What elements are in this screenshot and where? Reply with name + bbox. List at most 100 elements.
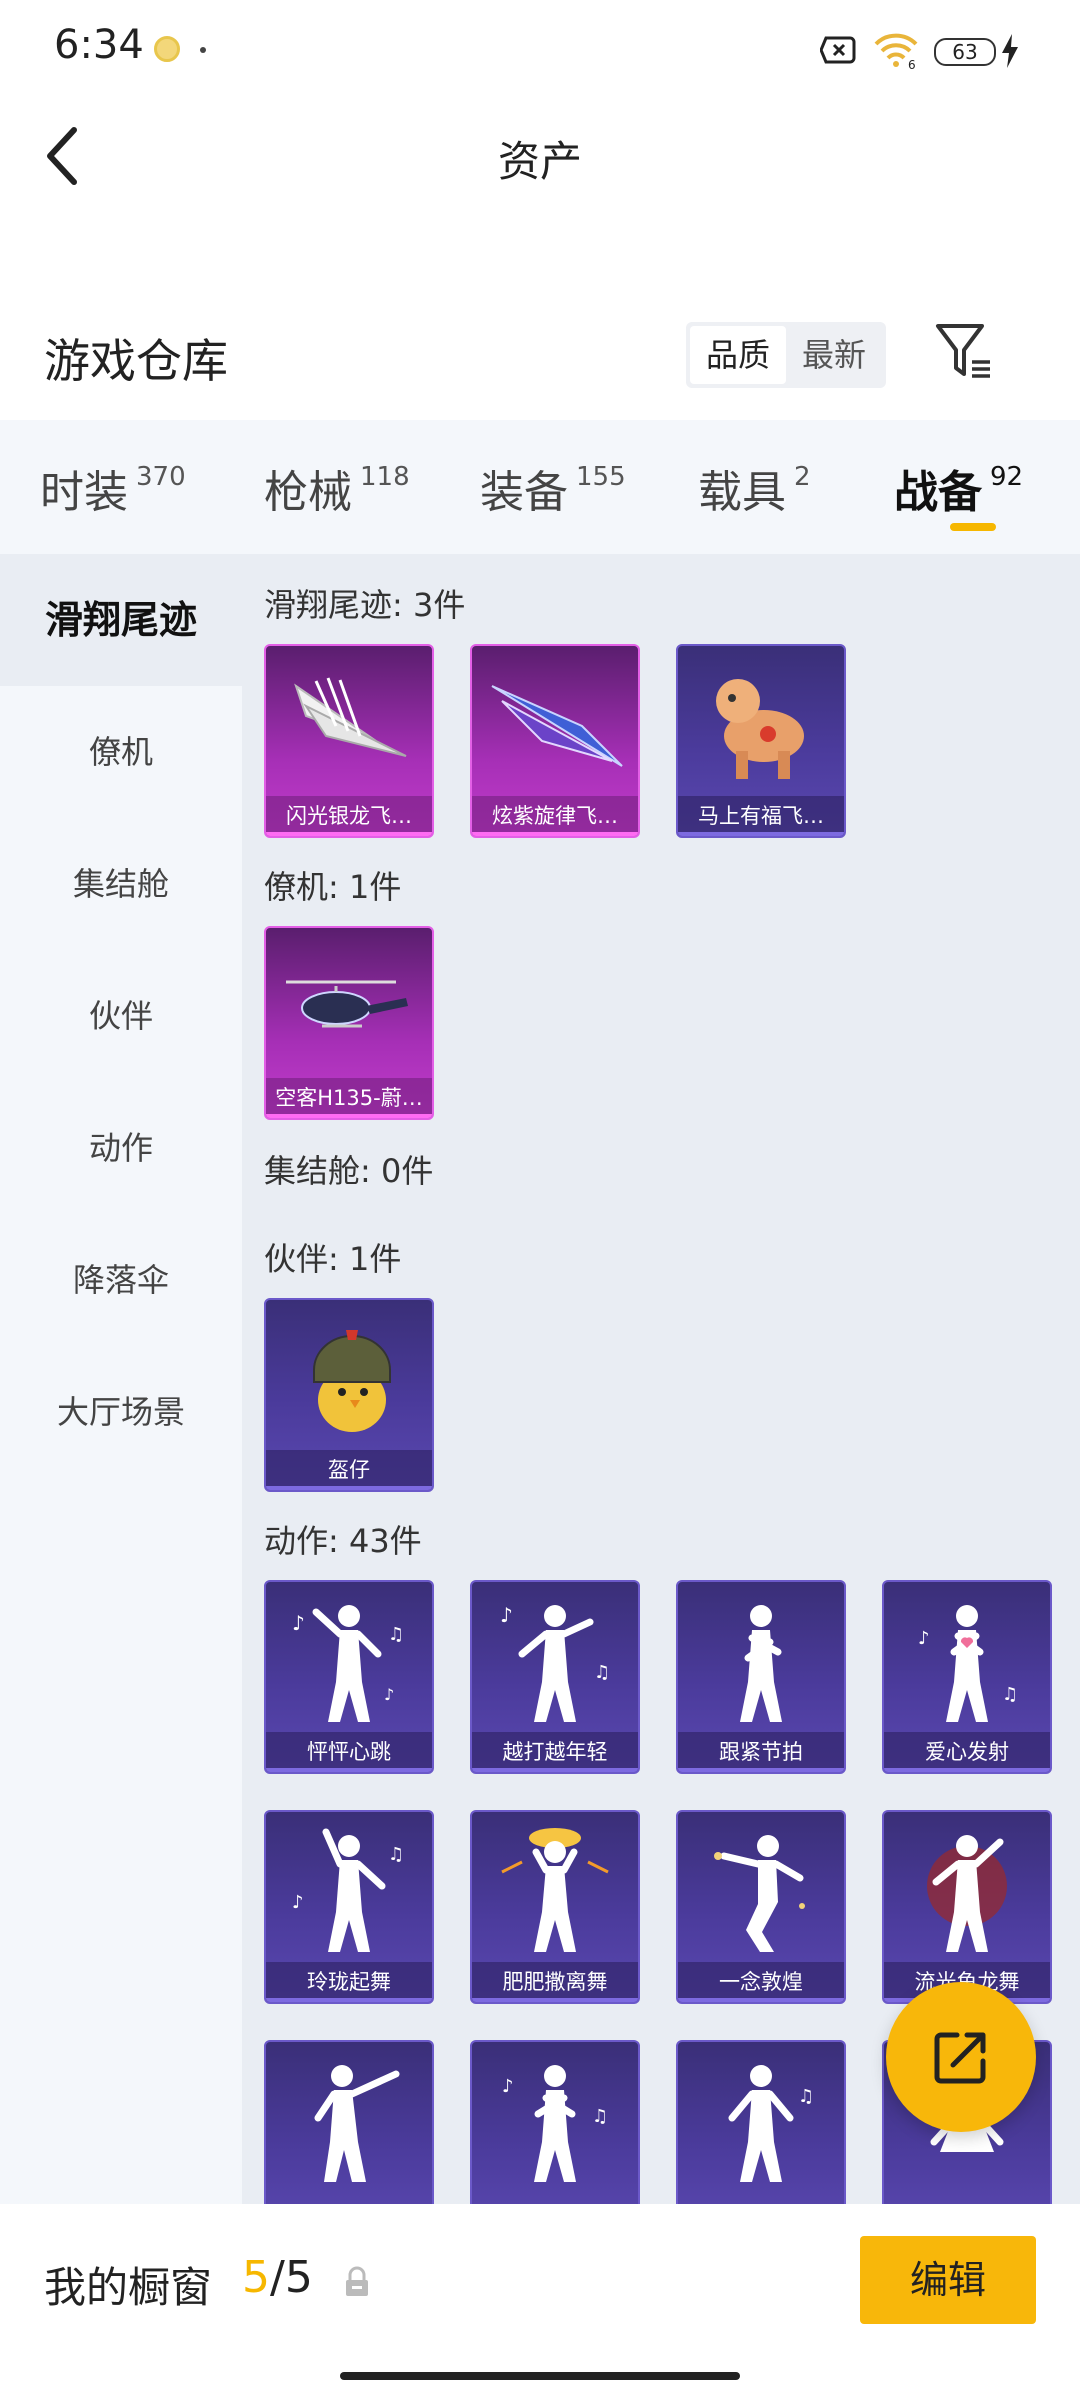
share-icon (934, 2032, 986, 2084)
dancer-silhouette-image: ♪♫ (918, 1605, 1018, 1722)
battery-indicator: 63 (934, 38, 996, 66)
tab-count: 2 (794, 462, 811, 492)
rarity-bar (884, 1768, 1050, 1772)
tab-count: 118 (360, 462, 410, 492)
tab-vehicles[interactable]: 载具 2 (698, 456, 811, 518)
tab-fashion[interactable]: 时装 370 (40, 456, 186, 518)
sort-toggle: 品质 最新 (686, 322, 886, 388)
helicopter-image (286, 980, 408, 1028)
showcase-current: 5 (242, 2252, 270, 2303)
item-card[interactable]: 跟紧节拍 (676, 1580, 846, 1774)
sort-by-latest-button[interactable]: 最新 (786, 326, 882, 384)
silver-dragon-glider-image (294, 677, 407, 757)
section-title-emote: 动作: 43件 (264, 1522, 422, 1560)
status-time: 6:34 (54, 22, 144, 68)
item-name: 爱心发射 (884, 1732, 1050, 1772)
section-title-assembly-pod: 集结舱: 0件 (264, 1152, 434, 1190)
item-card[interactable]: 闪光银龙飞… (264, 644, 434, 838)
rarity-bar (472, 1768, 638, 1772)
home-indicator[interactable] (340, 2372, 740, 2380)
item-name: 一念敦煌 (678, 1962, 844, 2002)
tab-label: 装备 (480, 467, 568, 518)
filter-icon[interactable] (934, 320, 994, 382)
item-name: 马上有福飞… (678, 796, 844, 836)
item-card[interactable]: 炫紫旋律飞… (470, 644, 640, 838)
item-name: 空客H135-蔚… (266, 1078, 432, 1118)
category-tab-bar: 时装 370 枪械 118 装备 155 载具 2 战备 92 (0, 420, 1080, 554)
item-card[interactable]: 一念敦煌 (676, 1810, 846, 2004)
svg-text:♫: ♫ (594, 1662, 610, 1683)
sidebar-item-assembly-pod[interactable]: 集结舱 (0, 818, 242, 950)
svg-text:♫: ♫ (1002, 1684, 1018, 1705)
item-card[interactable]: 空客H135-蔚… (264, 926, 434, 1120)
item-card[interactable]: ♪ ♫ ♪ 怦怦心跳 (264, 1580, 434, 1774)
warehouse-title: 游戏仓库 (44, 334, 228, 388)
item-name: 盔仔 (266, 1450, 432, 1490)
dancer-silhouette-image: ♫ (728, 2065, 814, 2182)
tab-battle-prep[interactable]: 战备 92 (894, 456, 1024, 518)
rarity-bar (266, 832, 432, 836)
section-title-wingman: 僚机: 1件 (264, 868, 402, 906)
dancer-silhouette-image: ♪♫ (500, 1603, 610, 1722)
item-card[interactable]: ♫ (676, 2040, 846, 2204)
tab-label: 载具 (698, 467, 786, 518)
page-title: 资产 (497, 137, 582, 186)
sidebar-item-parachute[interactable]: 降落伞 (0, 1214, 242, 1346)
sidebar-item-glide-trail[interactable]: 滑翔尾迹 (0, 554, 242, 686)
svg-text:♪: ♪ (502, 2076, 514, 2097)
section-title-glide-trail: 滑翔尾迹: 3件 (264, 586, 466, 624)
item-card[interactable]: 流光鱼龙舞 (882, 1810, 1052, 2004)
edit-button[interactable]: 编辑 (860, 2236, 1036, 2324)
purple-melody-glider-image (491, 685, 623, 767)
dancer-silhouette-image (927, 1835, 1007, 1952)
sidebar-item-lobby-scene[interactable]: 大厅场景 (0, 1346, 242, 1478)
showcase-label: 我的橱窗 (44, 2263, 213, 2312)
section-title-companion: 伙伴: 1件 (264, 1240, 402, 1278)
tab-weapons[interactable]: 枪械 118 (264, 456, 410, 518)
dancer-silhouette-image: ♪♫ (292, 1828, 404, 1952)
item-name: 闪光银龙飞… (266, 796, 432, 836)
sidebar-item-emote[interactable]: 动作 (0, 1082, 242, 1214)
item-grid-panel: 滑翔尾迹: 3件 闪光银龙飞… 炫紫旋律飞… 马上有福飞… 僚机: 1件 空客H… (242, 554, 1080, 2204)
rarity-bar (266, 1486, 432, 1490)
rarity-bar (266, 1768, 432, 1772)
svg-text:♪: ♪ (500, 1603, 513, 1627)
charging-bolt-icon (1002, 34, 1018, 68)
no-sim-icon (820, 36, 856, 64)
sidebar-item-companion[interactable]: 伙伴 (0, 950, 242, 1082)
tab-label: 战备 (894, 467, 982, 518)
item-card[interactable] (264, 2040, 434, 2204)
sort-by-quality-button[interactable]: 品质 (690, 326, 786, 384)
item-name: 越打越年轻 (472, 1732, 638, 1772)
lock-icon (346, 2266, 368, 2296)
svg-text:♪: ♪ (292, 1892, 304, 1913)
svg-text:♫: ♫ (388, 1624, 404, 1645)
svg-text:♫: ♫ (388, 1844, 404, 1865)
item-card[interactable]: 马上有福飞… (676, 644, 846, 838)
rarity-bar (472, 832, 638, 836)
sidebar-item-wingman[interactable]: 僚机 (0, 686, 242, 818)
tab-equipment[interactable]: 装备 155 (480, 456, 626, 518)
tab-label: 时装 (40, 467, 128, 518)
item-card[interactable]: ♪ ♫ 玲珑起舞 (264, 1810, 434, 2004)
tab-count: 92 (990, 462, 1024, 492)
dancer-silhouette-image: ♪♫ (502, 2065, 608, 2182)
rarity-bar (266, 1998, 432, 2002)
notification-app-icon (154, 36, 180, 62)
item-name: 炫紫旋律飞… (472, 796, 638, 836)
share-fab[interactable] (886, 1982, 1036, 2132)
svg-text:♫: ♫ (798, 2086, 814, 2107)
svg-text:♪: ♪ (918, 1628, 930, 1649)
tab-count: 370 (136, 462, 186, 492)
rarity-bar (678, 832, 844, 836)
item-card[interactable]: 盔仔 (264, 1298, 434, 1492)
wifi-icon: 6 (874, 33, 918, 70)
item-card[interactable]: ♪ ♫ 爱心发射 (882, 1580, 1052, 1774)
item-card[interactable]: 肥肥撒离舞 (470, 1810, 640, 2004)
dancer-silhouette-image (740, 1605, 782, 1722)
rarity-bar (472, 1998, 638, 2002)
item-card[interactable]: ♪ ♫ (470, 2040, 640, 2204)
item-name: 玲珑起舞 (266, 1962, 432, 2002)
helmet-chick-image (313, 1330, 391, 1432)
item-card[interactable]: ♪ ♫ 越打越年轻 (470, 1580, 640, 1774)
